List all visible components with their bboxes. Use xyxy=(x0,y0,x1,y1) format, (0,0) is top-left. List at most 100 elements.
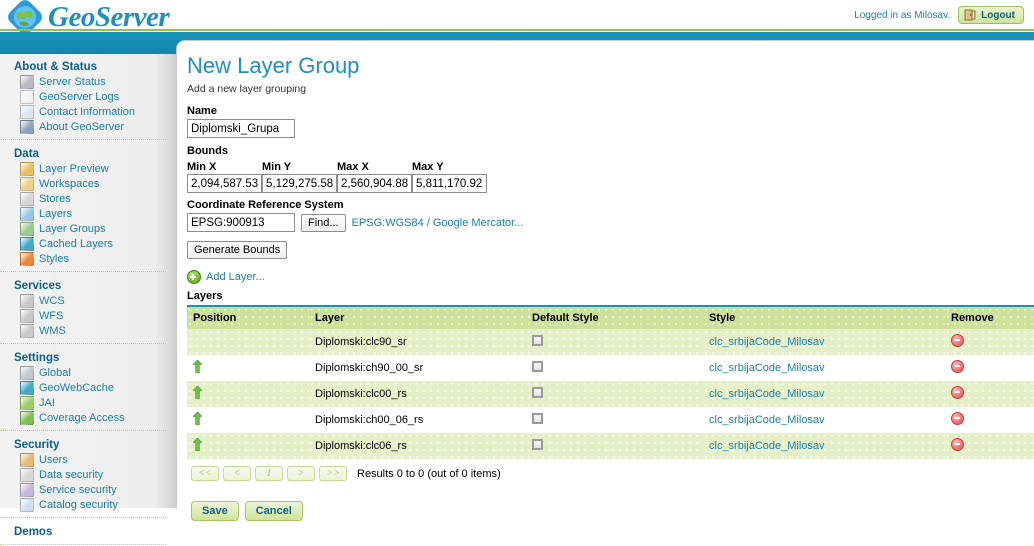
sidebar-item-layer-groups[interactable]: Layer Groups xyxy=(20,222,176,235)
remove-icon[interactable] xyxy=(951,386,964,399)
add-layer-row[interactable]: Add Layer... xyxy=(187,270,1034,284)
save-button[interactable]: Save xyxy=(191,501,239,521)
crs-input[interactable] xyxy=(187,213,295,232)
column-header-remove[interactable]: Remove xyxy=(945,306,1034,329)
max-x-input[interactable] xyxy=(337,174,412,193)
default-style-checkbox[interactable] xyxy=(532,335,543,346)
sidebar-item-label[interactable]: Contact Information xyxy=(39,106,135,118)
cancel-button[interactable]: Cancel xyxy=(245,501,303,521)
sidebar-item-stores[interactable]: Stores xyxy=(20,192,176,205)
sidebar-item-workspaces[interactable]: Workspaces xyxy=(20,177,176,190)
sidebar-item-geoserver-logs[interactable]: GeoServer Logs xyxy=(20,90,176,103)
pager-next-button[interactable]: > xyxy=(287,466,315,481)
style-link[interactable]: clc_srbijaCode_Milosav xyxy=(709,336,825,348)
sidebar-item-layers[interactable]: Layers xyxy=(20,207,176,220)
sidebar-item-wfs[interactable]: WFS xyxy=(20,309,176,322)
sidebar-item-label[interactable]: GeoWebCache xyxy=(39,382,114,394)
remove-icon[interactable] xyxy=(951,412,964,425)
column-header-layer[interactable]: Layer xyxy=(309,306,526,329)
sidebar-item-service-security[interactable]: Service security xyxy=(20,483,176,496)
move-up-arrow-icon[interactable] xyxy=(193,438,202,451)
move-up-arrow-icon[interactable] xyxy=(193,386,202,399)
sidebar-divider xyxy=(0,517,166,519)
sidebar-item-contact-information[interactable]: Contact Information xyxy=(20,105,176,118)
cell-layer-name: Diplomski:ch90_00_sr xyxy=(309,355,526,381)
sidebar-item-label[interactable]: WFS xyxy=(39,310,63,322)
sidebar-item-label[interactable]: GeoServer Logs xyxy=(39,91,119,103)
sidebar-item-cached-layers[interactable]: Cached Layers xyxy=(20,237,176,250)
table-row: Diplomski:clc06_rsclc_srbijaCode_Milosav xyxy=(187,433,1034,459)
style-link[interactable]: clc_srbijaCode_Milosav xyxy=(709,414,825,426)
sidebar-item-label[interactable]: WMS xyxy=(39,325,66,337)
sidebar-item-label[interactable]: Stores xyxy=(39,193,71,205)
remove-icon[interactable] xyxy=(951,438,964,451)
sidebar-item-server-status[interactable]: Server Status xyxy=(20,75,176,88)
cell-default-style xyxy=(526,381,703,407)
style-link[interactable]: clc_srbijaCode_Milosav xyxy=(709,440,825,452)
sidebar-item-label[interactable]: Workspaces xyxy=(39,178,99,190)
sidebar-item-label[interactable]: Cached Layers xyxy=(39,238,113,250)
sidebar-item-label[interactable]: Layer Groups xyxy=(39,223,106,235)
sidebar-item-label[interactable]: Data security xyxy=(39,469,103,481)
table-row: Diplomski:ch90_00_sr clc_srbijaCode_Milos… xyxy=(187,355,1034,381)
default-style-checkbox[interactable] xyxy=(532,387,543,398)
column-header-default-style[interactable]: Default Style xyxy=(526,306,703,329)
sidebar-item-global[interactable]: Global xyxy=(20,366,176,379)
column-header-style[interactable]: Style xyxy=(703,306,945,329)
cell-default-style xyxy=(526,407,703,433)
sidebar-item-about-geoserver[interactable]: About GeoServer xyxy=(20,120,176,133)
column-header-position[interactable]: Position xyxy=(187,306,309,329)
cell-position xyxy=(187,381,309,407)
folder-icon xyxy=(20,177,34,191)
sidebar-item-label[interactable]: Users xyxy=(39,454,68,466)
default-style-checkbox[interactable] xyxy=(532,413,543,424)
move-up-arrow-icon[interactable] xyxy=(193,412,202,425)
sidebar-item-label[interactable]: WCS xyxy=(39,295,65,307)
sidebar-item-layer-preview[interactable]: Layer Preview xyxy=(20,162,176,175)
remove-icon[interactable] xyxy=(951,334,964,347)
min-y-input[interactable] xyxy=(262,174,337,193)
sidebar-item-label[interactable]: Layer Preview xyxy=(39,163,109,175)
logout-button[interactable]: Logout xyxy=(958,6,1024,24)
layers-section-label: Layers xyxy=(187,290,1034,302)
pager-page-number[interactable]: 1 xyxy=(255,466,283,481)
sidebar-item-styles[interactable]: Styles xyxy=(20,252,176,265)
sidebar-item-label[interactable]: Coverage Access xyxy=(39,412,125,424)
sidebar-item-label[interactable]: Catalog security xyxy=(39,499,118,511)
sidebar-item-geowebcache[interactable]: GeoWebCache xyxy=(20,381,176,394)
sidebar-item-label[interactable]: About GeoServer xyxy=(39,121,124,133)
sidebar-item-coverage-access[interactable]: Coverage Access xyxy=(20,411,176,424)
name-input[interactable] xyxy=(187,119,295,138)
default-style-checkbox[interactable] xyxy=(532,439,543,450)
min-x-input[interactable] xyxy=(187,174,262,193)
sidebar-item-jai[interactable]: JAI xyxy=(20,396,176,409)
pager-first-button[interactable]: << xyxy=(191,466,219,481)
sidebar-item-label[interactable]: Server Status xyxy=(39,76,106,88)
info-icon xyxy=(20,120,34,134)
status-icon xyxy=(20,75,34,89)
pager-prev-button[interactable]: < xyxy=(223,466,251,481)
sidebar-item-label[interactable]: JAI xyxy=(39,397,55,409)
remove-icon[interactable] xyxy=(951,360,964,373)
cell-remove xyxy=(945,381,1034,407)
add-layer-link[interactable]: Add Layer... xyxy=(206,271,265,283)
default-style-checkbox[interactable] xyxy=(532,361,543,372)
sidebar-item-wcs[interactable]: WCS xyxy=(20,294,176,307)
sidebar-item-label[interactable]: Layers xyxy=(39,208,72,220)
sidebar-item-users[interactable]: Users xyxy=(20,453,176,466)
sidebar-item-data-security[interactable]: Data security xyxy=(20,468,176,481)
pager-last-button[interactable]: >> xyxy=(319,466,347,481)
sidebar-item-wms[interactable]: WMS xyxy=(20,324,176,337)
sidebar-item-label[interactable]: Global xyxy=(39,367,71,379)
sidebar-item-catalog-security[interactable]: Catalog security xyxy=(20,498,176,511)
max-y-input[interactable] xyxy=(412,174,487,193)
generate-bounds-button[interactable]: Generate Bounds xyxy=(187,241,287,259)
crs-description-link[interactable]: EPSG:WGS84 / Google Mercator... xyxy=(352,217,524,229)
cell-remove xyxy=(945,433,1034,459)
style-link[interactable]: clc_srbijaCode_Milosav xyxy=(709,362,825,374)
find-crs-button[interactable]: Find... xyxy=(301,214,346,232)
sidebar-item-label[interactable]: Styles xyxy=(39,253,69,265)
sidebar-item-label[interactable]: Service security xyxy=(39,484,117,496)
style-link[interactable]: clc_srbijaCode_Milosav xyxy=(709,388,825,400)
move-up-arrow-icon[interactable] xyxy=(193,360,202,373)
